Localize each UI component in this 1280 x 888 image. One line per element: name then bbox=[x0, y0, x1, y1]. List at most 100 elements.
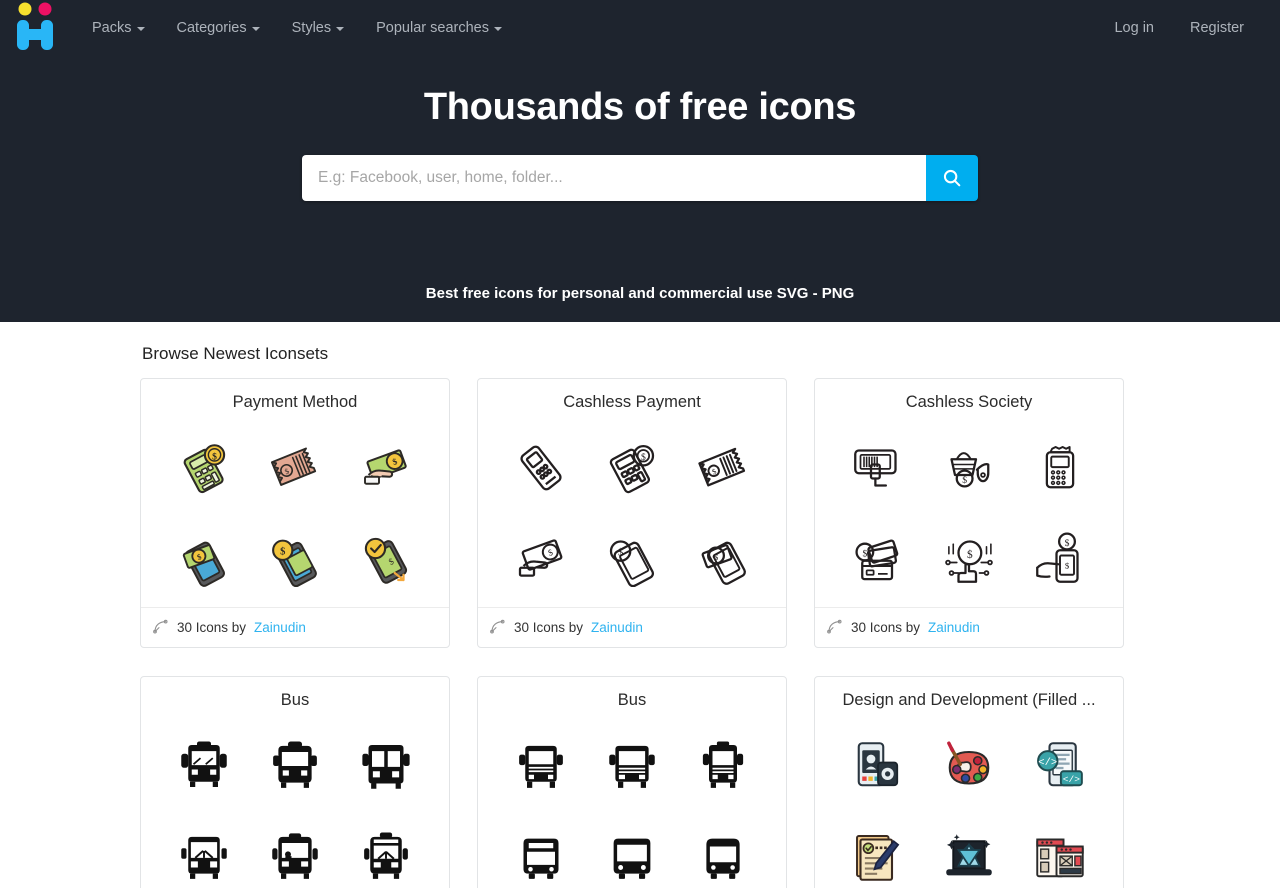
icon-laptop-diamond-icon[interactable] bbox=[936, 824, 1002, 888]
iconset-preview: $ $ bbox=[141, 418, 449, 607]
author-link[interactable]: Zainudin bbox=[928, 620, 980, 635]
icon-coin-phone-icon[interactable]: $ bbox=[599, 526, 665, 592]
icon-bus-front-wide-icon[interactable] bbox=[508, 824, 574, 888]
iconset-card[interactable]: Cashless Payment $ $ $ $ $ 30 Icons by Z… bbox=[477, 378, 787, 648]
cash-phone-icon: $ bbox=[701, 541, 746, 586]
hand-phone-pay-icon: $ $ bbox=[1035, 532, 1079, 584]
iconset-card[interactable]: Design and Development (Filled ... </> <… bbox=[814, 676, 1124, 888]
cash-phone-icon: $ bbox=[183, 541, 226, 588]
site-logo[interactable] bbox=[14, 2, 56, 54]
nav-label: Packs bbox=[92, 20, 132, 36]
icon-mobile-coding-icon[interactable]: </> </> bbox=[1027, 733, 1093, 799]
iconset-title: Bus bbox=[617, 691, 647, 709]
register-link[interactable]: Register bbox=[1172, 14, 1262, 42]
icon-hand-phone-pay-icon[interactable]: $ $ bbox=[1027, 526, 1093, 592]
bus-front-split-window-icon bbox=[362, 744, 410, 789]
bezier-curve-icon bbox=[153, 619, 168, 634]
icon-calculator-coin-icon[interactable]: $ bbox=[171, 435, 237, 501]
search-icon bbox=[943, 169, 961, 187]
icon-cash-phone-icon[interactable]: $ bbox=[171, 526, 237, 592]
icon-bus-front-wiper-icon[interactable] bbox=[171, 733, 237, 799]
laptop-diamond-icon bbox=[946, 834, 992, 876]
icon-bus-front-grill-icon[interactable] bbox=[508, 733, 574, 799]
bus-front-driver-icon bbox=[272, 833, 318, 880]
icon-bus-front-mirror-icon[interactable] bbox=[171, 824, 237, 888]
iconset-grid: Payment Method $ $ $ $ $ $ 30 Icons by Z… bbox=[140, 378, 1140, 888]
bus-front-roof-icon bbox=[363, 832, 408, 880]
icon-credit-cards-coin-icon[interactable]: $ bbox=[845, 526, 911, 592]
author-link[interactable]: Zainudin bbox=[591, 620, 643, 635]
search-button[interactable] bbox=[926, 155, 978, 201]
iconset-card[interactable]: Bus bbox=[140, 676, 450, 888]
login-link[interactable]: Log in bbox=[1096, 14, 1172, 42]
bezier-curve-icon bbox=[490, 619, 505, 634]
checklist-pen-icon bbox=[856, 835, 900, 882]
iconset-title: Cashless Payment bbox=[563, 393, 701, 411]
icon-pos-terminal-icon[interactable] bbox=[1027, 435, 1093, 501]
icon-bus-front-plain-icon[interactable] bbox=[262, 733, 328, 799]
main-navigation: Packs Categories Styles Popular searches bbox=[76, 14, 518, 42]
calculator-coin-icon: $ bbox=[609, 444, 655, 493]
iconset-preview: </> </> bbox=[815, 716, 1123, 888]
icon-hand-cash-icon[interactable]: $ bbox=[353, 435, 419, 501]
icon-receipt-icon[interactable]: $ bbox=[262, 435, 328, 501]
icon-bus-front-dark-icon[interactable] bbox=[599, 824, 665, 888]
iconset-card[interactable]: Bus bbox=[477, 676, 787, 888]
nav-label: Popular searches bbox=[376, 20, 489, 36]
icon-hand-cash-icon[interactable]: $ bbox=[508, 526, 574, 592]
svg-text:$: $ bbox=[967, 549, 973, 561]
icon-paint-palette-icon[interactable] bbox=[936, 733, 1002, 799]
icon-count-label: 30 Icons by bbox=[851, 619, 921, 635]
bus-front-mirror-icon bbox=[181, 837, 228, 880]
hand-cash-icon: $ bbox=[519, 539, 563, 578]
barcode-scanner-icon bbox=[854, 449, 897, 487]
icon-bus-front-driver-icon[interactable] bbox=[262, 824, 328, 888]
svg-text:$: $ bbox=[641, 452, 646, 463]
hero-section: Thousands of free icons bbox=[0, 56, 1280, 282]
author-link[interactable]: Zainudin bbox=[254, 620, 306, 635]
nav-item-popular-searches[interactable]: Popular searches bbox=[360, 14, 518, 42]
paint-palette-icon bbox=[947, 741, 990, 785]
icon-coin-phone-icon[interactable]: $ bbox=[262, 526, 328, 592]
svg-text:$: $ bbox=[863, 549, 868, 560]
icon-check-phone-cash-icon[interactable]: $ bbox=[353, 526, 419, 592]
bus-front-wide-icon bbox=[523, 838, 559, 880]
icon-bus-front-lines-icon[interactable] bbox=[599, 733, 665, 799]
iconset-card[interactable]: Cashless Society $ $ $ $ $ 30 Icons by Z… bbox=[814, 378, 1124, 648]
icon-bus-front-round-icon[interactable] bbox=[690, 824, 756, 888]
icon-digital-payment-hand-icon[interactable]: $ bbox=[936, 526, 1002, 592]
bus-front-plain-icon bbox=[273, 741, 317, 788]
icon-cash-phone-icon[interactable]: $ bbox=[690, 526, 756, 592]
nav-label: Styles bbox=[291, 20, 332, 36]
icon-checklist-pen-icon[interactable] bbox=[845, 824, 911, 888]
nav-item-packs[interactable]: Packs bbox=[76, 14, 161, 42]
iconset-card[interactable]: Payment Method $ $ $ $ $ $ 30 Icons by Z… bbox=[140, 378, 450, 648]
icon-bus-front-split-window-icon[interactable] bbox=[353, 733, 419, 799]
icon-shopping-basket-coin-icon[interactable]: $ bbox=[936, 435, 1002, 501]
bezier-curve-icon bbox=[827, 619, 842, 634]
iconset-preview: $ $ $ $ $ bbox=[815, 418, 1123, 607]
icon-web-layout-icon[interactable] bbox=[1027, 824, 1093, 888]
auth-navigation: Log in Register bbox=[1096, 14, 1262, 42]
icon-mobile-ui-design-icon[interactable] bbox=[845, 733, 911, 799]
nav-item-styles[interactable]: Styles bbox=[276, 14, 361, 42]
shopping-basket-coin-icon: $ bbox=[950, 451, 990, 488]
icon-receipt-icon[interactable]: $ bbox=[690, 435, 756, 501]
iconset-title: Cashless Society bbox=[905, 393, 1033, 411]
icon-card-reader-icon[interactable] bbox=[508, 435, 574, 501]
iconset-title: Payment Method bbox=[232, 393, 358, 411]
mobile-coding-icon: </> </> bbox=[1036, 741, 1083, 787]
icon-calculator-coin-icon[interactable]: $ bbox=[599, 435, 665, 501]
icon-bus-front-school-icon[interactable] bbox=[690, 733, 756, 799]
calculator-coin-icon: $ bbox=[183, 443, 226, 493]
chevron-down-icon bbox=[336, 27, 345, 31]
bus-front-round-icon bbox=[706, 838, 740, 880]
icon-barcode-scanner-icon[interactable] bbox=[845, 435, 911, 501]
iconset-footer: 30 Icons by Zainudin bbox=[478, 607, 786, 647]
iconset-title: Bus bbox=[280, 691, 310, 709]
coin-phone-icon: $ bbox=[609, 540, 655, 588]
nav-item-categories[interactable]: Categories bbox=[161, 14, 276, 42]
search-input[interactable] bbox=[302, 155, 926, 201]
bus-front-wiper-icon bbox=[181, 741, 228, 787]
icon-bus-front-roof-icon[interactable] bbox=[353, 824, 419, 888]
